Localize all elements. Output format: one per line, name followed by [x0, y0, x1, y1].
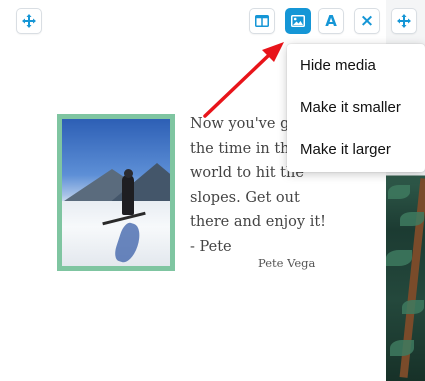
layout-button[interactable]	[250, 9, 274, 33]
skier-body	[122, 175, 134, 215]
media-options-menu: Hide media Make it smaller Make it large…	[287, 44, 425, 172]
menu-item-hide-media[interactable]: Hide media	[300, 57, 376, 74]
move-arrows-icon	[22, 14, 36, 28]
layout-columns-icon	[255, 15, 269, 27]
menu-item-make-smaller[interactable]: Make it smaller	[300, 99, 401, 116]
move-block-button-right[interactable]	[392, 9, 416, 33]
move-block-button[interactable]	[17, 9, 41, 33]
close-icon: ×	[359, 10, 375, 31]
photo-frame[interactable]	[57, 114, 175, 271]
move-arrows-icon	[397, 14, 411, 28]
menu-item-make-larger[interactable]: Make it larger	[300, 141, 391, 158]
text-style-icon: A	[325, 11, 337, 30]
quote-author[interactable]: Pete Vega	[258, 256, 315, 270]
leaf-decoration	[388, 185, 410, 199]
skier-photo	[62, 119, 170, 266]
text-style-button[interactable]: A	[319, 9, 343, 33]
leaf-decoration	[386, 250, 412, 266]
image-icon	[291, 15, 305, 27]
remove-block-button[interactable]: ×	[355, 9, 379, 33]
media-button[interactable]	[286, 9, 310, 33]
skier-head	[124, 169, 133, 178]
leaf-decoration	[402, 300, 424, 314]
leaf-decoration	[390, 340, 414, 356]
leaf-decoration	[400, 212, 424, 226]
